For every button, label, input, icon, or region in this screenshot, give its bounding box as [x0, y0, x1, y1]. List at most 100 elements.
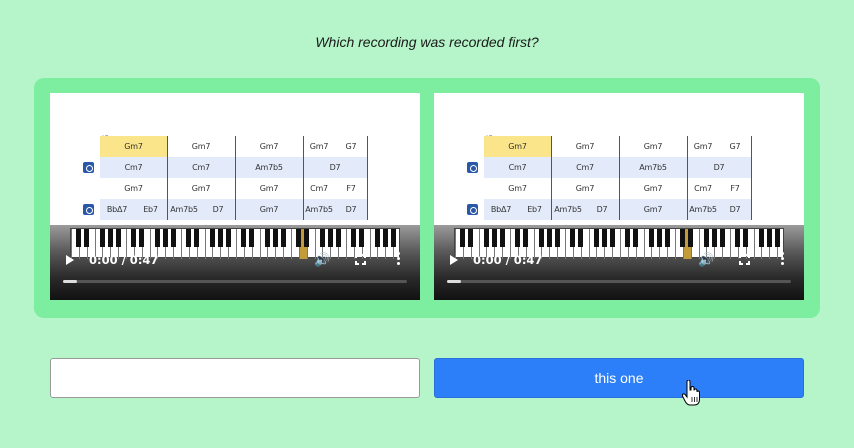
piano-white-key-edge	[588, 229, 590, 259]
piano-black-key	[593, 229, 599, 247]
piano-black-key	[766, 229, 772, 247]
chord-cell: D7	[687, 157, 751, 178]
piano-black-key	[264, 229, 270, 247]
bar-line	[235, 136, 236, 220]
answer-button-left[interactable]	[50, 358, 420, 398]
piano-black-key	[390, 229, 396, 247]
chord-cell: Am7b5	[167, 199, 201, 220]
chord-cell: Gm7	[191, 184, 211, 193]
chord-cell: Gm7	[508, 184, 527, 193]
chord-cell: G7	[729, 142, 741, 151]
piano-black-key	[327, 229, 333, 247]
chord-cell: Am7b5	[235, 157, 303, 178]
progress-bar[interactable]	[63, 280, 407, 283]
chord-cell: Cm7	[694, 184, 712, 193]
chord-cell: Gm7	[259, 184, 279, 193]
grid-icon[interactable]	[467, 204, 478, 215]
piano-black-key	[554, 229, 560, 247]
progress-fill	[447, 280, 461, 283]
piano-white-key-edge	[291, 229, 292, 259]
piano-black-key	[107, 229, 113, 247]
chord-cell: Eb7	[518, 199, 551, 220]
piano-black-key	[688, 229, 694, 247]
piano-black-key	[735, 229, 741, 247]
piano-black-key	[633, 229, 639, 247]
piano-black-key	[99, 229, 105, 247]
chord-cell: Gm7	[124, 184, 143, 193]
chord-cell: Gm7	[575, 184, 595, 193]
chord-cell: Gm7	[191, 142, 211, 151]
piano-black-key	[351, 229, 357, 247]
chord-cell: D7	[303, 157, 367, 178]
chord-cell: D7	[201, 199, 235, 220]
piano-black-key	[578, 229, 584, 247]
piano-black-key	[483, 229, 489, 247]
volume-icon[interactable]: 🔊	[314, 252, 330, 268]
piano-white-key-edge	[259, 229, 261, 259]
play-icon[interactable]	[66, 255, 74, 265]
piano-black-key	[296, 229, 302, 247]
progress-bar[interactable]	[447, 280, 791, 283]
piano-white-key-edge	[620, 229, 621, 259]
chord-cell: Gm7	[235, 199, 303, 220]
chord-cell: Am7b5	[619, 157, 687, 178]
fullscreen-icon[interactable]	[355, 254, 366, 265]
piano-black-key	[570, 229, 576, 247]
fullscreen-icon[interactable]	[739, 254, 750, 265]
video-player-2[interactable]: A7 Gm7Gm7Gm7Gm7G7Cm7Cm7Am7b5D7Gm7Gm7Gm7C…	[434, 93, 804, 300]
piano-black-key	[319, 229, 325, 247]
piano-black-key	[162, 229, 168, 247]
chord-cell: F7	[346, 184, 356, 193]
chord-cell: BbΔ7	[100, 199, 134, 220]
piano-black-key	[359, 229, 365, 247]
piano-black-key	[217, 229, 223, 247]
piano-black-key	[711, 229, 717, 247]
piano-black-key	[131, 229, 137, 247]
answer-button-this-one[interactable]: this one	[434, 358, 804, 398]
bar-line	[551, 136, 552, 220]
piano-black-key	[304, 229, 310, 247]
piano-black-key	[374, 229, 380, 247]
piano-white-key-edge	[369, 229, 371, 259]
piano-black-key	[225, 229, 231, 247]
piano-white-key-edge	[236, 229, 237, 259]
piano-black-key	[460, 229, 466, 247]
progress-fill	[63, 280, 77, 283]
piano-white-key-edge	[753, 229, 755, 259]
piano-black-key	[703, 229, 709, 247]
piano-black-key	[680, 229, 686, 247]
question-text: Which recording was recorded first?	[315, 34, 539, 50]
piano-white-key-edge	[204, 229, 206, 259]
chord-cell: Am7b5	[551, 199, 585, 220]
piano-black-key	[139, 229, 145, 247]
piano-white-key-edge	[730, 229, 731, 259]
piano-black-key	[491, 229, 497, 247]
more-options-icon[interactable]	[781, 252, 784, 267]
chord-cell: Cm7	[167, 157, 235, 178]
chord-cell: D7	[335, 199, 367, 220]
piano-black-key	[249, 229, 255, 247]
grid-icon[interactable]	[467, 162, 478, 173]
piano-black-key	[664, 229, 670, 247]
bar-line	[751, 136, 752, 220]
video-player-1[interactable]: A7 Gm7Gm7Gm7Gm7G7Cm7Cm7Am7b5D7Gm7Gm7Gm7C…	[50, 93, 420, 300]
piano-black-key	[335, 229, 341, 247]
volume-icon[interactable]: 🔊	[698, 252, 714, 268]
chord-cell: Cm7	[551, 157, 619, 178]
piano-black-key	[272, 229, 278, 247]
piano-black-key	[194, 229, 200, 247]
chord-cell: D7	[719, 199, 751, 220]
play-icon[interactable]	[450, 255, 458, 265]
bar-line	[303, 136, 304, 220]
more-options-icon[interactable]	[397, 252, 400, 267]
grid-icon[interactable]	[83, 162, 94, 173]
grid-icon[interactable]	[83, 204, 94, 215]
piano-black-key	[115, 229, 121, 247]
chord-cell: Gm7	[100, 136, 167, 157]
piano-black-key	[76, 229, 82, 247]
bar-line	[367, 136, 368, 220]
piano-black-key	[538, 229, 544, 247]
time-display: 0:00 / 0:47	[473, 253, 543, 267]
chord-cell: Am7b5	[303, 199, 335, 220]
video-screen: A7 Gm7Gm7Gm7Gm7G7Cm7Cm7Am7b5D7Gm7Gm7Gm7C…	[434, 93, 804, 225]
